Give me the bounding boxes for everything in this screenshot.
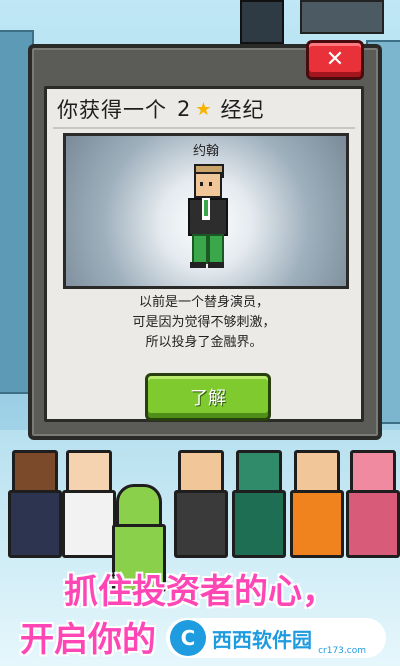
- watermark-logo-icon: C: [170, 620, 206, 656]
- building: [300, 0, 384, 34]
- character-businessman: [4, 440, 62, 560]
- watermark: C 西西软件园 cr173.com: [166, 618, 386, 658]
- star-count: 2: [177, 97, 192, 121]
- agent-description: 以前是一个替身演员， 可是因为觉得不够刺激， 所以投身了金融界。: [57, 293, 351, 353]
- agent-card: 约翰: [63, 133, 349, 289]
- character-old-man: [170, 440, 228, 560]
- agent-sprite: [182, 158, 230, 270]
- character-pig-tophat: [342, 440, 400, 560]
- star-icon: ★: [195, 98, 213, 120]
- divider: [53, 127, 355, 129]
- character-cat-hat-girl: [58, 440, 116, 560]
- promo-line-1: 抓住投资者的心，: [63, 571, 337, 613]
- character-lineup: [0, 440, 400, 592]
- confirm-button[interactable]: 了解: [145, 373, 271, 421]
- agent-name: 约翰: [192, 144, 219, 159]
- title-prefix: 你获得一个: [57, 98, 167, 122]
- close-icon: ✕: [325, 47, 345, 72]
- close-button[interactable]: ✕: [306, 40, 364, 80]
- character-green-hair-woman: [228, 440, 286, 560]
- watermark-url: cr173.com: [318, 646, 366, 656]
- description-line: 所以投身了金融界。: [145, 335, 263, 350]
- character-orange-shirt-man: [286, 440, 344, 560]
- description-line: 可是因为觉得不够刺激，: [132, 315, 276, 330]
- building: [240, 0, 284, 44]
- reward-title: 你获得一个 2 ★ 经纪: [57, 95, 351, 123]
- title-suffix: 经纪: [220, 98, 265, 122]
- reward-panel: 你获得一个 2 ★ 经纪 约翰 以前是一个替身演员， 可是因为觉得不够刺激， 所…: [44, 86, 364, 422]
- watermark-brand: 西西软件园: [212, 627, 312, 652]
- description-line: 以前是一个替身演员，: [138, 295, 269, 310]
